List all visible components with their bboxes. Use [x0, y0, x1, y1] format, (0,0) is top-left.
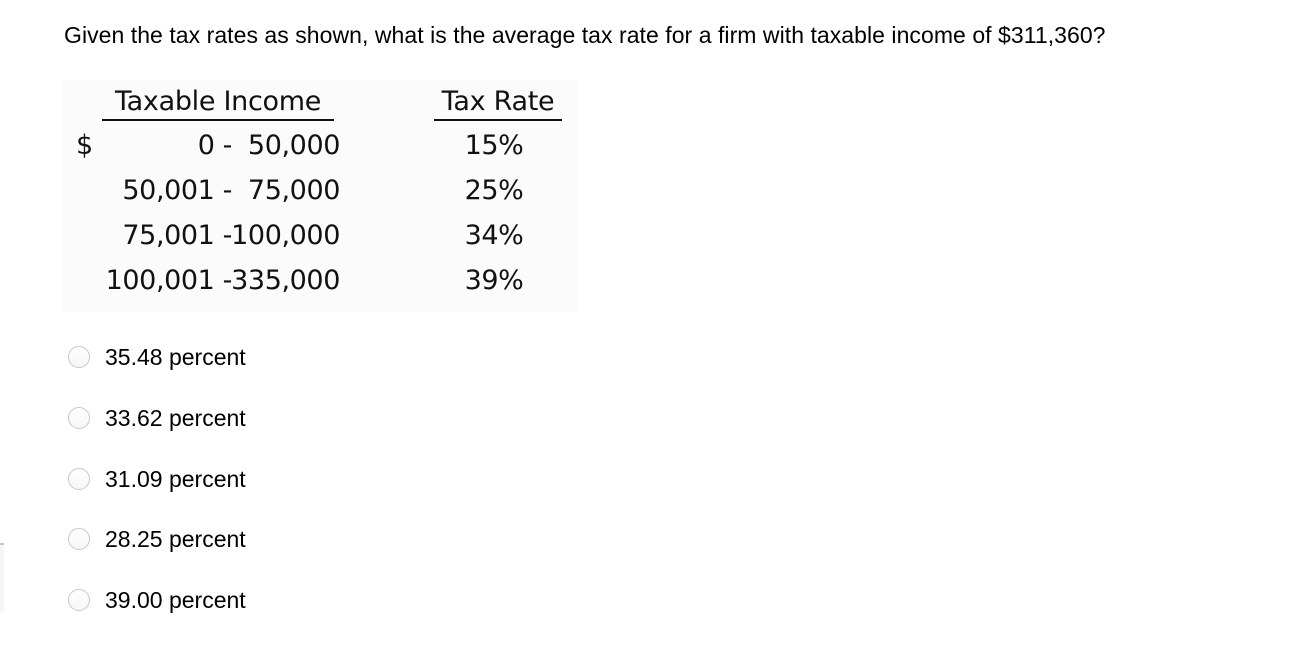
answer-option[interactable]: 28.25 percent: [68, 524, 328, 554]
header-tax-rate-label: Tax Rate: [441, 86, 555, 117]
currency-symbol: $: [76, 130, 93, 161]
income-high: 100,000: [231, 220, 340, 251]
header-taxable-income-label: Taxable Income: [114, 86, 322, 117]
side-panel-edge: [0, 543, 4, 611]
radio-button[interactable]: [68, 528, 90, 550]
answer-option[interactable]: 33.62 percent: [68, 403, 328, 433]
tax-rate: 34%: [464, 220, 524, 251]
radio-button[interactable]: [68, 346, 90, 368]
table-row: 75,001 - 100,000 34%: [62, 218, 578, 254]
header-tax-rate: Tax Rate: [434, 84, 562, 121]
tax-rate: 39%: [464, 265, 524, 296]
tax-rate-table: Taxable Income Tax Rate $ 0 - 50,000 15%…: [62, 80, 578, 312]
income-low: 75,001 -: [122, 220, 232, 251]
answer-option-label: 28.25 percent: [105, 526, 246, 552]
header-underline: [434, 119, 562, 121]
tax-rate: 15%: [464, 130, 524, 161]
answer-option-label: 31.09 percent: [105, 466, 246, 492]
question-text: Given the tax rates as shown, what is th…: [64, 22, 1106, 48]
tax-rate: 25%: [464, 175, 524, 206]
income-low: 50,001 -: [122, 175, 232, 206]
income-high: 335,000: [231, 265, 340, 296]
answer-option[interactable]: 35.48 percent: [68, 342, 328, 372]
radio-button[interactable]: [68, 589, 90, 611]
table-row: $ 0 - 50,000 15%: [62, 128, 578, 164]
table-row: 50,001 - 75,000 25%: [62, 173, 578, 209]
income-high: 75,000: [247, 175, 340, 206]
answer-option[interactable]: 31.09 percent: [68, 464, 328, 494]
header-underline: [102, 119, 334, 121]
answer-option-label: 33.62 percent: [105, 405, 246, 431]
income-low: 0 -: [197, 130, 233, 161]
header-taxable-income: Taxable Income: [102, 84, 334, 121]
radio-button[interactable]: [68, 407, 90, 429]
answer-option-label: 35.48 percent: [105, 344, 246, 370]
table-row: 100,001 - 335,000 39%: [62, 263, 578, 299]
income-low: 100,001 -: [105, 265, 233, 296]
income-high: 50,000: [247, 130, 340, 161]
answer-option[interactable]: 39.00 percent: [68, 585, 328, 615]
answer-option-label: 39.00 percent: [105, 587, 246, 613]
radio-button[interactable]: [68, 468, 90, 490]
